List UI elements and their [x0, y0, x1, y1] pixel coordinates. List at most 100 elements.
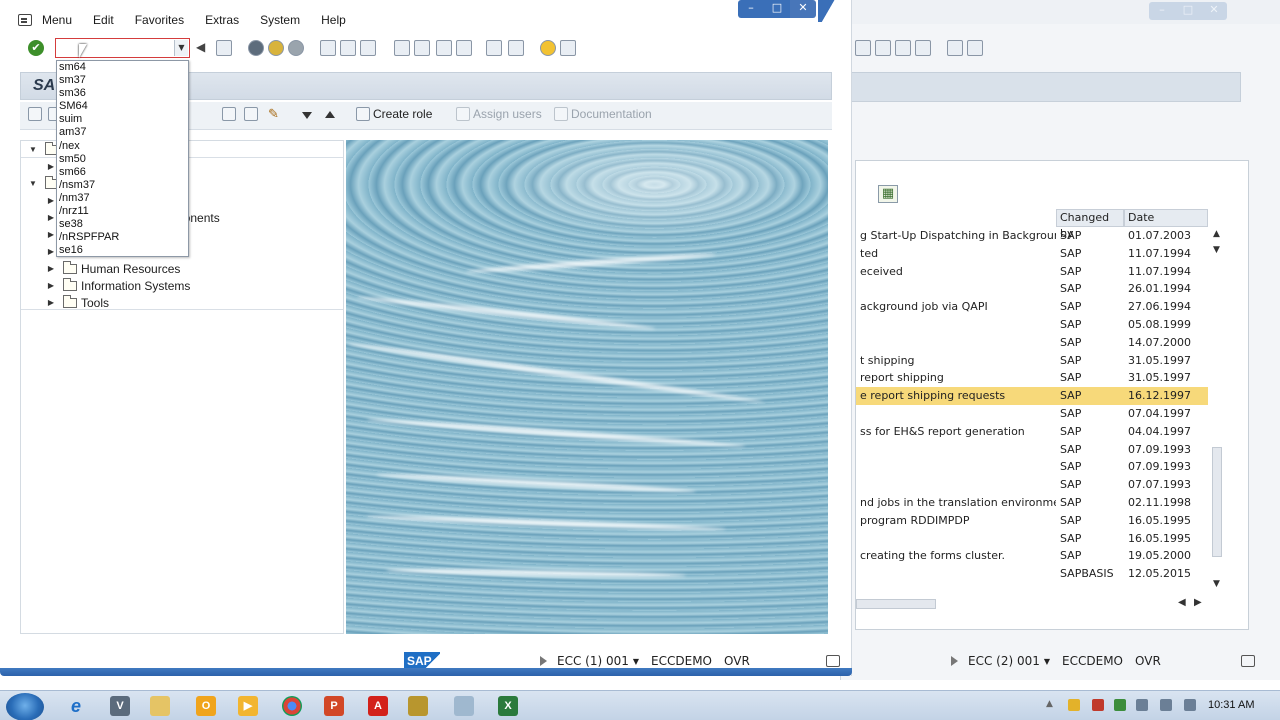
collapse-arrow-icon[interactable]: ▶: [45, 298, 57, 307]
status-toggle-icon[interactable]: [951, 656, 958, 666]
dropdown-option[interactable]: sm36: [57, 87, 188, 100]
table-row[interactable]: SAP 07.09.1993: [856, 458, 1208, 476]
command-input[interactable]: [56, 39, 172, 57]
table-row[interactable]: ackground job via QAPI SAP 27.06.1994: [856, 298, 1208, 316]
exit-icon[interactable]: [268, 40, 284, 56]
table-row[interactable]: SAP 07.09.1993: [856, 441, 1208, 459]
tree-node-information-systems[interactable]: ▶ Information Systems: [45, 277, 190, 294]
print-icon[interactable]: [320, 40, 336, 56]
maximize-icon[interactable]: □: [1175, 2, 1201, 20]
save-icon[interactable]: [216, 40, 232, 56]
scroll-left-icon[interactable]: ◀: [1178, 597, 1186, 608]
v-icon[interactable]: V: [110, 696, 130, 716]
customize-layout-icon[interactable]: [560, 40, 576, 56]
close-icon[interactable]: ✕: [790, 0, 816, 18]
back-arrow-icon[interactable]: ◀: [196, 40, 212, 56]
table-row[interactable]: SAP 05.08.1999: [856, 316, 1208, 334]
table-row[interactable]: SAP 26.01.1994: [856, 280, 1208, 298]
dropdown-option[interactable]: sm37: [57, 74, 188, 87]
layout-icon[interactable]: [895, 40, 911, 56]
table-row[interactable]: creating the forms cluster. SAP 19.05.2000: [856, 547, 1208, 565]
volume-icon[interactable]: [1184, 699, 1196, 711]
tray-expand-icon[interactable]: ▲: [1046, 699, 1058, 711]
table-row[interactable]: nd jobs in the translation environment SA…: [856, 494, 1208, 512]
scroll-up-icon[interactable]: ▲: [1213, 229, 1220, 239]
menu-favorites[interactable]: Favorites: [135, 13, 184, 27]
shortcut-icon[interactable]: [508, 40, 524, 56]
network-icon[interactable]: [1160, 699, 1172, 711]
collapse-arrow-icon[interactable]: ▶: [45, 264, 57, 273]
taskbar-clock[interactable]: 10:31 AM: [1208, 699, 1254, 711]
assign-users-button[interactable]: Assign users: [456, 107, 542, 121]
menu-extras[interactable]: Extras: [205, 13, 239, 27]
move-up-icon[interactable]: [325, 111, 335, 118]
status-toggle-icon[interactable]: [540, 656, 547, 666]
chrome-icon[interactable]: [282, 696, 302, 716]
documentation-button[interactable]: Documentation: [554, 107, 652, 121]
tray-app2-icon[interactable]: [1092, 699, 1104, 711]
ie-icon[interactable]: e: [66, 696, 86, 716]
first-page-icon[interactable]: [394, 40, 410, 56]
notepad-icon[interactable]: [454, 696, 474, 716]
expand-arrow-icon[interactable]: ▼: [27, 179, 39, 188]
create-session-icon[interactable]: [486, 40, 502, 56]
table-row[interactable]: eceived SAP 11.07.1994: [856, 263, 1208, 281]
outlook-icon[interactable]: O: [196, 696, 216, 716]
start-button-icon[interactable]: [6, 693, 44, 720]
action-center-icon[interactable]: [1136, 699, 1148, 711]
expand-arrow-icon[interactable]: ▼: [27, 145, 39, 154]
chevron-down-icon[interactable]: ▼: [633, 657, 639, 666]
user-menu-button[interactable]: [28, 107, 45, 121]
explorer-icon[interactable]: [150, 696, 170, 716]
horizontal-scrollbar[interactable]: ◀ ▶: [856, 597, 1208, 611]
bg-system-info[interactable]: ECC (2) 001: [968, 654, 1040, 668]
scroll-down-small-icon[interactable]: ▼: [1213, 245, 1220, 255]
lock-icon[interactable]: [825, 655, 840, 667]
col-date[interactable]: Date: [1124, 209, 1208, 227]
powerpoint-icon[interactable]: P: [324, 696, 344, 716]
table-row[interactable]: t shipping SAP 31.05.1997: [856, 352, 1208, 370]
grid-view-icon[interactable]: ▦: [878, 185, 898, 203]
menu-system[interactable]: System: [260, 13, 300, 27]
dropdown-option[interactable]: /nrz11: [57, 205, 188, 218]
dropdown-option[interactable]: SM64: [57, 100, 188, 113]
excel-icon[interactable]: X: [498, 696, 518, 716]
dropdown-option[interactable]: suim: [57, 113, 188, 126]
find-next-icon[interactable]: [360, 40, 376, 56]
dropdown-option[interactable]: se38: [57, 218, 188, 231]
scroll-down-icon[interactable]: ▼: [1213, 579, 1220, 589]
customize-icon[interactable]: [967, 40, 983, 56]
table-row[interactable]: ss for EH&S report generation SAP 04.04.19…: [856, 423, 1208, 441]
dropdown-option[interactable]: /nsm37: [57, 179, 188, 192]
move-down-icon[interactable]: [302, 112, 312, 119]
create-role-button[interactable]: Create role: [356, 107, 432, 121]
menu-help[interactable]: Help: [321, 13, 346, 27]
previous-page-icon[interactable]: [414, 40, 430, 56]
table-row[interactable]: SAP 16.05.1995: [856, 530, 1208, 548]
minimize-icon[interactable]: –: [1149, 2, 1175, 20]
table-row[interactable]: SAP 07.04.1997: [856, 405, 1208, 423]
create-session-icon[interactable]: [855, 40, 871, 56]
collapse-arrow-icon[interactable]: ▶: [45, 281, 57, 290]
tree-node-human-resources[interactable]: ▶ Human Resources: [45, 260, 180, 277]
media-icon[interactable]: ▶: [238, 696, 258, 716]
lock-icon[interactable]: [1240, 655, 1255, 667]
table-row[interactable]: report shipping SAP 31.05.1997: [856, 369, 1208, 387]
minimize-icon[interactable]: –: [738, 0, 764, 18]
shortcut-icon[interactable]: [875, 40, 891, 56]
scroll-thumb[interactable]: [1212, 447, 1222, 557]
tray-app3-icon[interactable]: [1114, 699, 1126, 711]
add-favorite-button[interactable]: [222, 107, 239, 121]
help-icon[interactable]: [540, 40, 556, 56]
col-changed-by[interactable]: Changed by: [1056, 209, 1124, 240]
system-info[interactable]: ECC (1) 001: [557, 654, 629, 668]
table-row[interactable]: SAP 14.07.2000: [856, 334, 1208, 352]
help-icon[interactable]: [947, 40, 963, 56]
cancel-icon[interactable]: [288, 40, 304, 56]
acrobat-icon[interactable]: A: [368, 696, 388, 716]
vertical-scrollbar[interactable]: ▲ ▼ ▼: [1210, 227, 1224, 593]
chevron-down-icon[interactable]: ▼: [174, 40, 188, 56]
menu-icon[interactable]: [18, 14, 32, 26]
find-icon[interactable]: [340, 40, 356, 56]
dropdown-option[interactable]: am37: [57, 126, 188, 139]
